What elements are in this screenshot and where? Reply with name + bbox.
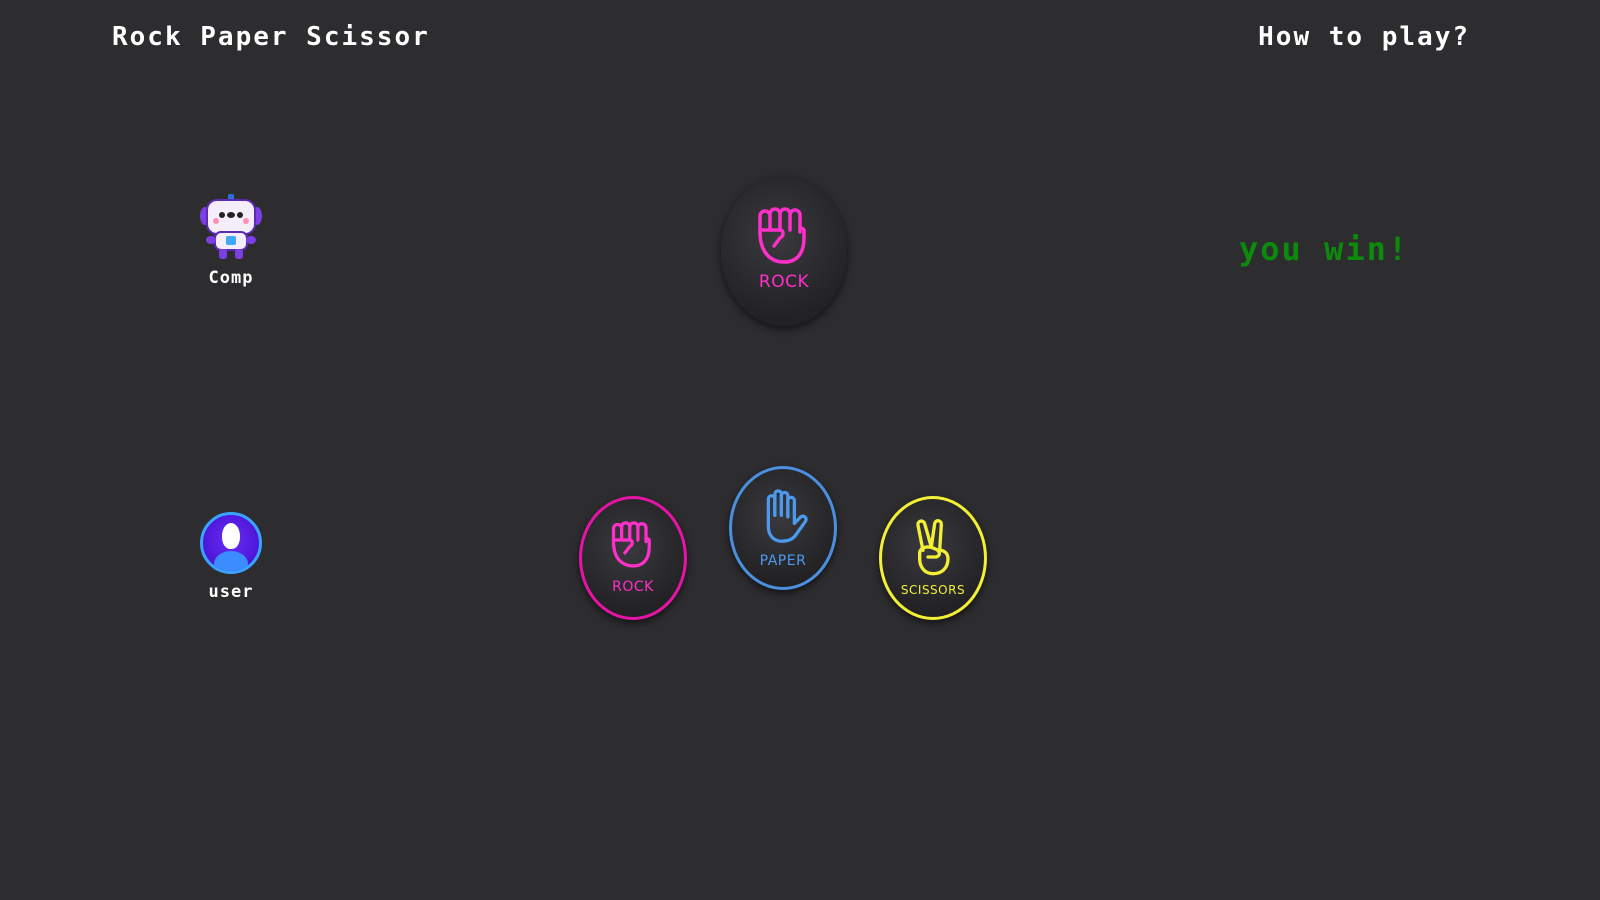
fist-icon <box>758 207 806 264</box>
user-label: user <box>208 582 254 602</box>
computer-choice: ROCK <box>721 176 847 326</box>
computer-choice-label: ROCK <box>758 272 810 292</box>
peace-hand-icon <box>916 519 950 576</box>
user-player: user <box>171 512 291 602</box>
computer-label: Comp <box>208 268 254 288</box>
result-message: you win! <box>1239 230 1410 268</box>
open-hand-icon <box>766 489 808 543</box>
scissors-button[interactable]: SCISSORS <box>879 496 987 620</box>
paper-button[interactable]: PAPER <box>729 466 837 590</box>
user-avatar-icon <box>200 512 262 574</box>
fist-icon <box>611 521 651 568</box>
game-title: Rock Paper Scissor <box>112 22 430 52</box>
computer-player: Comp <box>171 192 291 288</box>
paper-label: PAPER <box>759 553 807 569</box>
robot-icon <box>200 194 262 259</box>
how-to-play-link[interactable]: How to play? <box>1258 22 1470 52</box>
rock-label: ROCK <box>612 579 654 595</box>
rock-button[interactable]: ROCK <box>579 496 687 620</box>
scissors-label: SCISSORS <box>900 583 966 597</box>
